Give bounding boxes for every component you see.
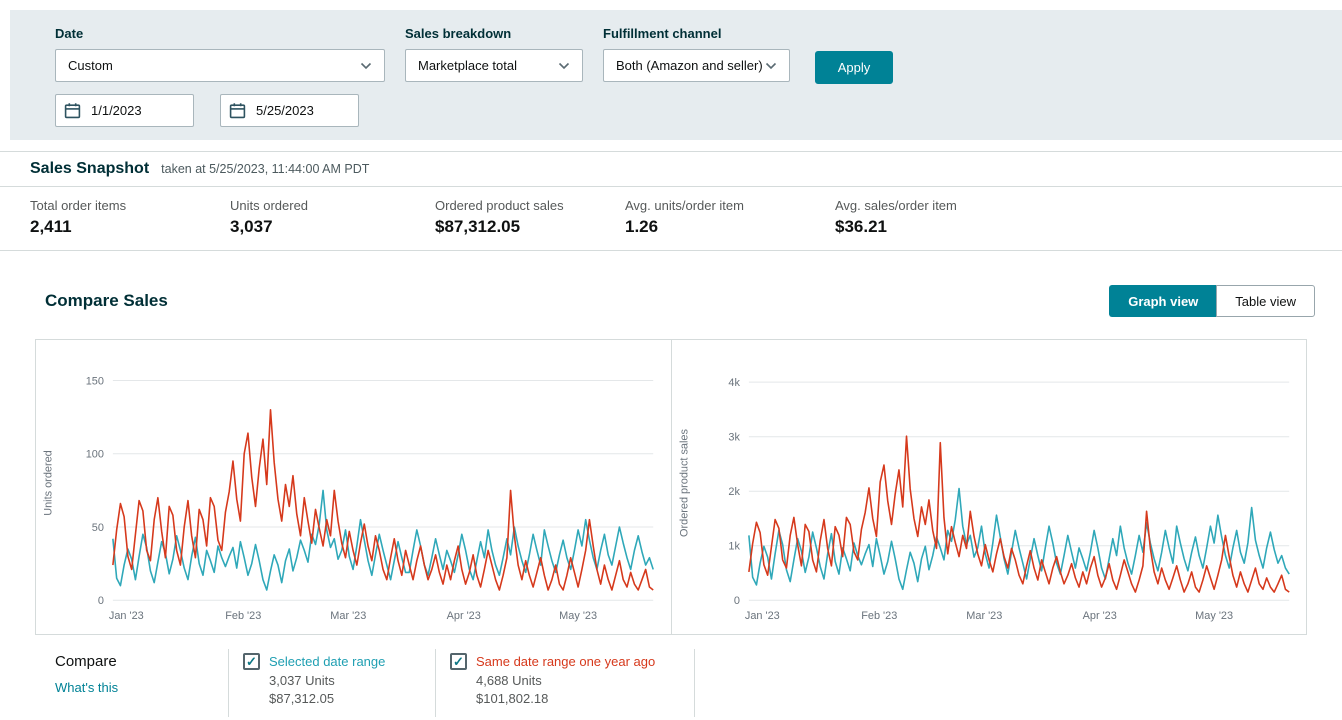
svg-text:Feb '23: Feb '23: [861, 610, 897, 622]
metric-label: Units ordered: [230, 198, 435, 213]
filter-bar: Date Custom Sales breakdown Marketplace …: [10, 10, 1342, 140]
metric-label: Ordered product sales: [435, 198, 625, 213]
snapshot-timestamp: taken at 5/25/2023, 11:44:00 AM PDT: [161, 162, 369, 176]
svg-text:2k: 2k: [728, 486, 740, 498]
svg-text:150: 150: [86, 375, 104, 387]
fulfillment-channel-label: Fulfillment channel: [603, 26, 790, 41]
metric-ordered-product-sales: Ordered product sales $87,312.05: [435, 198, 625, 237]
year-ago-checkbox[interactable]: ✓: [450, 653, 467, 670]
metric-avg-sales-per-order: Avg. sales/order item $36.21: [835, 198, 957, 237]
ordered-product-sales-chart: 0 1k 2k 3k 4k Jan '23 Feb '23 Mar '23 Apr '23 May…: [672, 340, 1307, 634]
compare-sales-header: Compare Sales Graph view Table view: [45, 285, 1315, 317]
sales-snapshot-header: Sales Snapshot taken at 5/25/2023, 11:44…: [0, 151, 1342, 187]
compare-legend: Compare What's this ✓ Selected date rang…: [0, 649, 1342, 717]
legend-item-units: 3,037 Units: [269, 673, 419, 688]
ordered-product-sales-chart-panel: 0 1k 2k 3k 4k Jan '23 Feb '23 Mar '23 Apr '23 May…: [672, 340, 1307, 634]
svg-text:Apr '23: Apr '23: [447, 610, 481, 622]
svg-text:4k: 4k: [728, 377, 740, 389]
svg-text:Units ordered: Units ordered: [42, 450, 54, 515]
metric-value: 2,411: [30, 217, 230, 237]
units-ordered-chart: 0 50 100 150 Jan '23 Feb '23 Mar '23 Apr '23 May…: [36, 340, 671, 634]
date-range-select[interactable]: Custom: [55, 49, 385, 82]
legend-item-year-ago: ✓ Same date range one year ago 4,688 Uni…: [435, 649, 695, 717]
svg-text:Mar '23: Mar '23: [966, 610, 1002, 622]
metric-total-order-items: Total order items 2,411: [30, 198, 230, 237]
calendar-icon[interactable]: [64, 102, 81, 119]
svg-text:May '23: May '23: [1195, 610, 1233, 622]
snapshot-metrics-row: Total order items 2,411 Units ordered 3,…: [0, 187, 1342, 251]
end-date-value[interactable]: [254, 102, 344, 119]
svg-text:1k: 1k: [728, 541, 740, 553]
units-ordered-chart-panel: 0 50 100 150 Jan '23 Feb '23 Mar '23 Apr '23 May…: [36, 340, 672, 634]
metric-value: $36.21: [835, 217, 957, 237]
svg-text:Jan '23: Jan '23: [109, 610, 144, 622]
date-range-value: Custom: [68, 58, 113, 73]
end-date-input[interactable]: [220, 94, 359, 127]
selected-range-checkbox[interactable]: ✓: [243, 653, 260, 670]
svg-text:0: 0: [733, 595, 739, 607]
apply-button[interactable]: Apply: [815, 51, 893, 84]
metric-label: Total order items: [30, 198, 230, 213]
svg-text:50: 50: [92, 522, 104, 534]
svg-text:Apr '23: Apr '23: [1082, 610, 1116, 622]
metric-units-ordered: Units ordered 3,037: [230, 198, 435, 237]
legend-item-units: 4,688 Units: [476, 673, 678, 688]
metric-value: $87,312.05: [435, 217, 625, 237]
sales-breakdown-label: Sales breakdown: [405, 26, 583, 41]
svg-text:100: 100: [86, 449, 104, 461]
graph-view-button[interactable]: Graph view: [1109, 285, 1216, 317]
legend-item-sales: $87,312.05: [269, 691, 419, 706]
legend-title: Compare: [55, 653, 228, 670]
legend-item-sales: $101,802.18: [476, 691, 678, 706]
metric-value: 1.26: [625, 217, 835, 237]
chevron-down-icon: [765, 62, 777, 70]
legend-item-selected-range: ✓ Selected date range 3,037 Units $87,31…: [228, 649, 435, 717]
metric-label: Avg. sales/order item: [835, 198, 957, 213]
metric-label: Avg. units/order item: [625, 198, 835, 213]
metric-avg-units-per-order: Avg. units/order item 1.26: [625, 198, 835, 237]
sales-snapshot-title: Sales Snapshot: [30, 160, 149, 178]
legend-item-label: Same date range one year ago: [476, 654, 655, 669]
start-date-value[interactable]: [89, 102, 179, 119]
svg-text:3k: 3k: [728, 432, 740, 444]
whats-this-link[interactable]: What's this: [55, 680, 118, 695]
svg-text:Ordered product sales: Ordered product sales: [678, 429, 690, 537]
date-filter-label: Date: [55, 26, 385, 41]
sales-breakdown-value: Marketplace total: [418, 58, 517, 73]
svg-text:May '23: May '23: [559, 610, 597, 622]
svg-text:Mar '23: Mar '23: [330, 610, 366, 622]
view-toggle: Graph view Table view: [1109, 285, 1315, 317]
svg-text:Jan '23: Jan '23: [744, 610, 779, 622]
fulfillment-channel-value: Both (Amazon and seller): [616, 58, 763, 73]
legend-item-label: Selected date range: [269, 654, 385, 669]
charts-container: 0 50 100 150 Jan '23 Feb '23 Mar '23 Apr '23 May…: [35, 339, 1307, 635]
table-view-button[interactable]: Table view: [1216, 285, 1315, 317]
metric-value: 3,037: [230, 217, 435, 237]
fulfillment-channel-select[interactable]: Both (Amazon and seller): [603, 49, 790, 82]
chevron-down-icon: [558, 62, 570, 70]
calendar-icon[interactable]: [229, 102, 246, 119]
svg-text:Feb '23: Feb '23: [225, 610, 261, 622]
chevron-down-icon: [360, 62, 372, 70]
compare-sales-title: Compare Sales: [45, 291, 168, 311]
start-date-input[interactable]: [55, 94, 194, 127]
svg-text:0: 0: [98, 595, 104, 607]
sales-breakdown-select[interactable]: Marketplace total: [405, 49, 583, 82]
